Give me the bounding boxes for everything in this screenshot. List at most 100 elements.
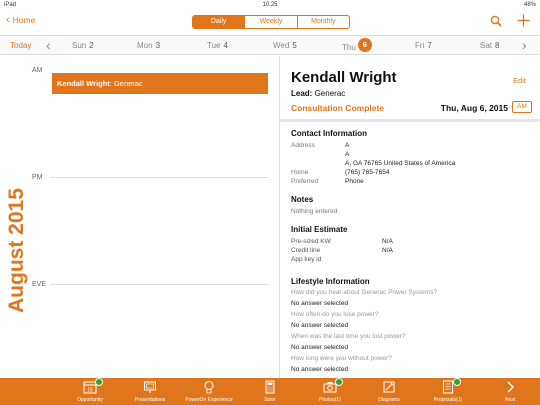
toolbar-photos[interactable]: Photos(1): [304, 378, 356, 403]
toolbar-diagrams[interactable]: Diagrams: [363, 380, 415, 403]
chevron-right-icon: [503, 380, 517, 394]
calendar-event[interactable]: Kendall Wright: Generac: [52, 73, 268, 94]
ampm-badge[interactable]: AM: [512, 101, 532, 113]
day-thu[interactable]: Thu 6: [342, 38, 372, 55]
selected-day-number: 6: [357, 38, 372, 52]
day-number: 3: [155, 41, 161, 50]
lifestyle-question: How often do you lose power?: [291, 311, 379, 318]
lifestyle-answer[interactable]: No answer selected: [291, 322, 348, 329]
home-phone-value[interactable]: (765) 765-7654: [345, 169, 389, 176]
day-number: 4: [223, 41, 228, 50]
calendar-icon: 15: [83, 378, 103, 394]
home-label: Home: [12, 15, 36, 25]
month-label: August 2015: [5, 188, 28, 313]
day-number: 7: [427, 41, 432, 50]
lifestyle-question: How long were you without power?: [291, 355, 392, 362]
toolbar-label: Proposals(1): [433, 397, 463, 403]
estimate-section-title: Initial Estimate: [291, 225, 348, 234]
toolbar-label: Photos(1): [319, 397, 341, 403]
toolbar-label: Opportunity: [77, 397, 103, 403]
edit-button[interactable]: Edit: [513, 76, 526, 85]
toolbar-label: Presentations: [134, 397, 166, 403]
next-week-icon[interactable]: ›: [522, 37, 527, 53]
status-label: Consultation Complete: [291, 103, 385, 113]
toolbar-label: PowerOn Experience: [185, 397, 233, 403]
estimate-value: N/A: [382, 247, 393, 254]
lifestyle-answer[interactable]: No answer selected: [291, 300, 348, 307]
lifestyle-section-title: Lifestyle Information: [291, 277, 370, 286]
toolbar-opportunity[interactable]: 15 Opportunity: [64, 378, 116, 403]
day-mon[interactable]: Mon 3: [137, 41, 160, 50]
battery-level: 48%: [523, 2, 536, 8]
notes-value: Nothing entered: [291, 208, 338, 215]
day-tue[interactable]: Tue 4: [207, 41, 228, 50]
tab-weekly[interactable]: Weekly: [245, 16, 298, 28]
tab-monthly[interactable]: Monthly: [298, 16, 349, 28]
search-icon[interactable]: [490, 14, 502, 32]
contact-section-title: Contact Information: [291, 129, 367, 138]
diagram-icon: [382, 380, 396, 394]
lifestyle-question: How did you hear about Generac Power Sys…: [291, 289, 437, 296]
notes-section-title: Notes: [291, 195, 314, 204]
divider: [280, 119, 540, 122]
previous-week-icon[interactable]: ‹: [46, 37, 51, 53]
pm-label: PM: [32, 174, 43, 181]
lead-line: Lead: Generac: [291, 89, 345, 98]
check-icon: [335, 378, 343, 386]
estimate-label: Pre-sized KW: [291, 238, 331, 245]
toolbar-next[interactable]: Next: [484, 380, 536, 403]
day-number: 8: [495, 41, 500, 50]
tab-daily[interactable]: Daily: [193, 16, 246, 28]
day-wed[interactable]: Wed 5: [273, 41, 297, 50]
day-name: Wed: [273, 41, 290, 50]
chevron-left-icon: ‹: [6, 14, 10, 26]
day-name: Sun: [72, 41, 87, 50]
calculator-icon: [263, 380, 277, 394]
day-name: Mon: [137, 41, 153, 50]
today-button[interactable]: Today: [10, 41, 31, 50]
lightbulb-icon: [202, 380, 216, 394]
estimate-label: Credit line: [291, 247, 321, 254]
day-fri[interactable]: Fri 7: [415, 41, 432, 50]
lead-label: Lead:: [291, 89, 313, 98]
add-icon[interactable]: [517, 14, 530, 32]
am-label: AM: [32, 67, 43, 74]
address-line: A, GA 76765 United States of America: [345, 160, 456, 167]
lifestyle-answer[interactable]: No answer selected: [291, 344, 348, 351]
clock: 10:25: [262, 2, 278, 8]
divider: [50, 284, 268, 285]
appointment-date: Thu, Aug 6, 2015: [440, 103, 508, 113]
toolbar-label: Diagrams: [378, 397, 400, 403]
toolbar-poweron-experience[interactable]: PowerOn Experience: [183, 380, 235, 403]
event-company: : Generac: [109, 79, 143, 88]
toolbar-sizer[interactable]: Sizer: [244, 380, 296, 403]
address-line: A: [345, 151, 350, 158]
address-line: A: [345, 142, 350, 149]
status-bar: iPad 10:25 48%: [0, 0, 540, 10]
home-button[interactable]: ‹ Home: [6, 14, 36, 26]
day-sun[interactable]: Sun 2: [72, 41, 94, 50]
home-phone-label: Home: [291, 169, 309, 176]
bottom-toolbar: 15 Opportunity Presentations PowerOn Exp…: [0, 378, 540, 405]
day-name: Sat: [480, 41, 493, 50]
preferred-label: Preferred: [291, 178, 319, 185]
day-number: 2: [89, 41, 94, 50]
evening-label: EVE: [32, 281, 47, 288]
appointment-detail: Kendall Wright Edit Lead: Generac Consul…: [280, 56, 540, 378]
check-icon: [453, 378, 461, 386]
day-name: Tue: [207, 41, 221, 50]
toolbar-proposals[interactable]: Proposals(1): [422, 378, 474, 403]
document-icon: [441, 378, 461, 394]
day-name: Fri: [415, 41, 425, 50]
lifestyle-answer[interactable]: No answer selected: [291, 366, 348, 373]
preferred-value: Phone: [345, 178, 364, 185]
toolbar-presentations[interactable]: Presentations: [124, 380, 176, 403]
customer-name: Kendall Wright: [291, 69, 397, 86]
lifestyle-question: When was the last time you lost power?: [291, 333, 406, 340]
day-number: 5: [292, 41, 297, 50]
day-sat[interactable]: Sat 8: [480, 41, 499, 50]
lead-value: Generac: [314, 89, 346, 98]
day-calendar: August 2015 AM PM EVE Kendall Wright: Ge…: [0, 56, 278, 378]
check-icon: [95, 378, 103, 386]
divider: [50, 177, 268, 178]
